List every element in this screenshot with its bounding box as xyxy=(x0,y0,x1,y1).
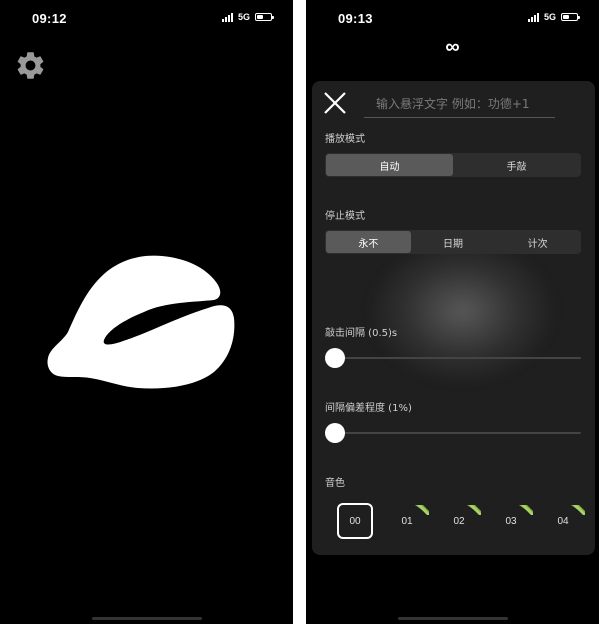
stop-mode-label: 停止模式 xyxy=(325,211,365,222)
wooden-fish-icon[interactable] xyxy=(46,252,236,394)
interval-deviation-slider[interactable] xyxy=(325,423,581,443)
tone-selector: 00 01 02 03 04 xyxy=(325,501,585,541)
stop-mode-option-never[interactable]: 永不 xyxy=(326,231,411,253)
close-icon[interactable] xyxy=(321,89,349,117)
home-indicator xyxy=(91,617,202,620)
stop-mode-option-date[interactable]: 日期 xyxy=(411,231,496,253)
network-type: 5G xyxy=(543,12,556,22)
status-indicators: 5G xyxy=(527,12,580,22)
play-mode-option-manual[interactable]: 手敲 xyxy=(453,154,580,176)
status-indicators: 5G xyxy=(221,12,274,22)
home-indicator xyxy=(397,617,508,620)
battery-icon xyxy=(255,13,274,21)
tone-option[interactable]: 03 xyxy=(493,503,533,539)
stop-mode-option-count[interactable]: 计次 xyxy=(495,231,580,253)
network-type: 5G xyxy=(237,12,250,22)
tone-option-label: 01 xyxy=(401,515,413,527)
status-time: 09:13 xyxy=(338,11,373,26)
vip-badge-icon xyxy=(467,505,481,515)
slider-thumb[interactable] xyxy=(325,348,345,368)
play-mode-option-auto[interactable]: 自动 xyxy=(326,154,453,176)
tap-interval-slider[interactable] xyxy=(325,348,581,368)
tone-option[interactable]: 01 xyxy=(389,503,429,539)
tone-option[interactable]: 00 xyxy=(337,503,373,539)
tone-option-label: 02 xyxy=(453,515,465,527)
tone-label: 音色 xyxy=(325,478,345,489)
main-screen: 09:12 5G xyxy=(0,0,293,624)
tap-interval-label: 敲击间隔 (0.5)s xyxy=(325,328,398,339)
signal-icon xyxy=(527,12,539,22)
tone-option-label: 03 xyxy=(505,515,517,527)
vip-badge-icon xyxy=(571,505,585,515)
battery-icon xyxy=(561,13,580,21)
slider-track xyxy=(331,432,581,434)
slider-thumb[interactable] xyxy=(325,423,345,443)
play-mode-segmented-control: 自动 手敲 xyxy=(325,153,581,177)
infinity-icon[interactable]: ∞ xyxy=(306,36,599,59)
vip-badge-icon xyxy=(519,505,533,515)
settings-screen: 09:13 5G ∞ 播放模式 自动 手敲 停止模式 永不 日期 计次 敲击间隔… xyxy=(306,0,599,624)
tone-option[interactable]: 02 xyxy=(441,503,481,539)
vip-badge-icon xyxy=(415,505,429,515)
play-mode-label: 播放模式 xyxy=(325,134,365,145)
tone-option-label: 00 xyxy=(349,515,361,527)
signal-icon xyxy=(221,12,233,22)
settings-panel: 播放模式 自动 手敲 停止模式 永不 日期 计次 敲击间隔 (0.5)s 间隔偏… xyxy=(312,81,595,555)
float-text-input[interactable] xyxy=(364,90,555,118)
interval-deviation-label: 间隔偏差程度 (1%) xyxy=(325,403,412,414)
stop-mode-segmented-control: 永不 日期 计次 xyxy=(325,230,581,254)
slider-track xyxy=(331,357,581,359)
tone-option[interactable]: 04 xyxy=(545,503,585,539)
status-time: 09:12 xyxy=(32,11,67,26)
gear-icon[interactable] xyxy=(14,49,47,82)
tone-option-label: 04 xyxy=(557,515,569,527)
